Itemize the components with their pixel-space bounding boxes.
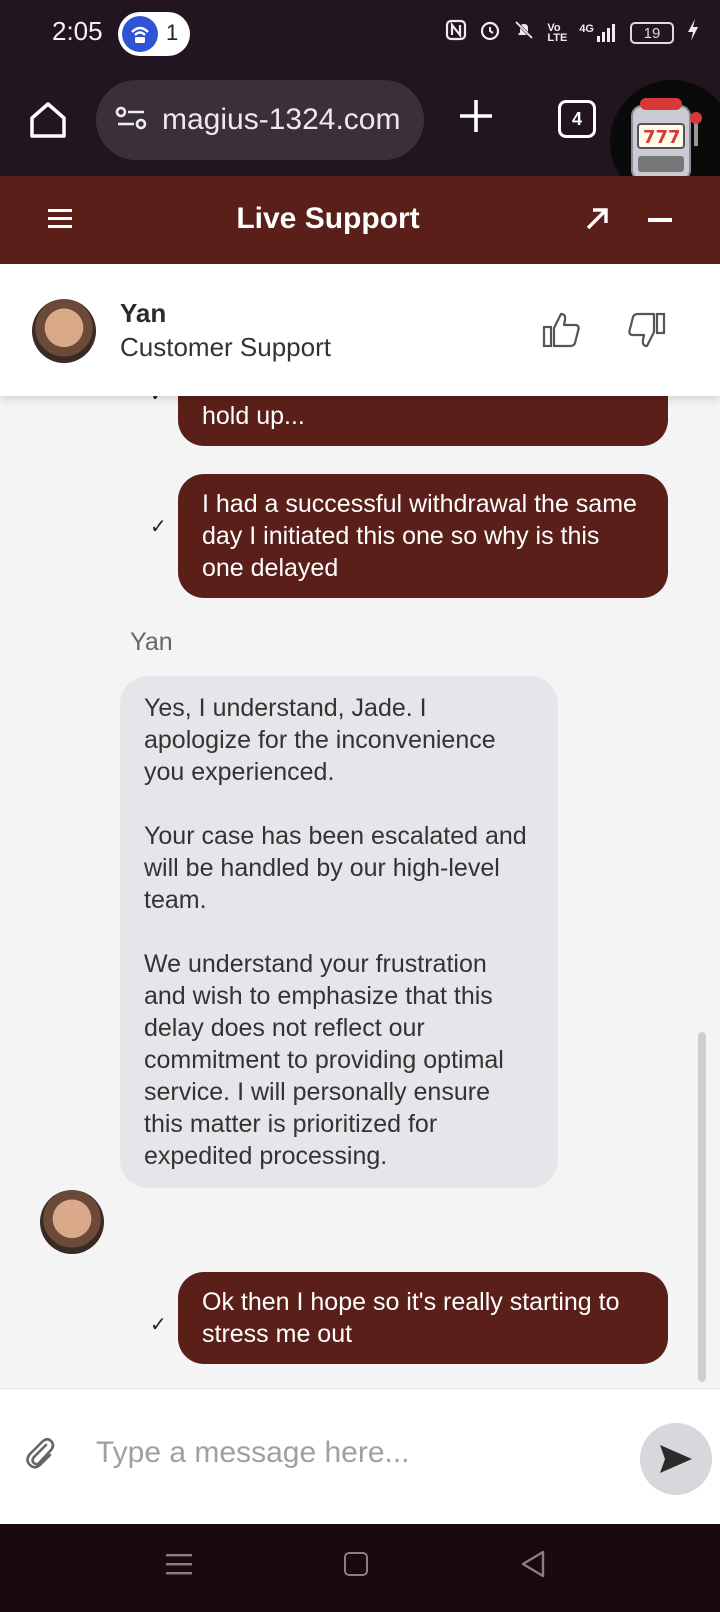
url-text: magius-1324.com — [162, 103, 401, 136]
agent-name: Yan — [120, 298, 167, 328]
network-type: 4G — [579, 23, 594, 35]
paperclip-icon[interactable] — [24, 1435, 56, 1471]
recents-icon[interactable] — [166, 1552, 192, 1576]
mute-icon — [513, 19, 535, 47]
minimize-icon[interactable] — [648, 218, 672, 222]
popout-icon[interactable] — [584, 206, 610, 232]
hotspot-count: 1 — [166, 20, 179, 45]
thumbs-up-icon[interactable] — [542, 310, 582, 350]
back-icon[interactable] — [520, 1550, 546, 1578]
browser-toolbar: magius-1324.com 4 777 — [0, 66, 720, 204]
status-time: 2:05 — [52, 16, 103, 46]
message-input[interactable] — [96, 1425, 616, 1481]
system-nav-bar — [0, 1524, 720, 1612]
nfc-icon — [445, 19, 467, 47]
outgoing-message: weeks what is the issue what is the hold… — [178, 396, 668, 446]
delivered-check-icon: ✓ — [150, 396, 167, 407]
chat-header: Live Support — [0, 176, 720, 264]
delivered-check-icon: ✓ — [150, 1314, 167, 1336]
home-nav-icon[interactable] — [344, 1552, 368, 1576]
agent-avatar-small — [40, 1190, 104, 1254]
send-button[interactable] — [640, 1423, 712, 1495]
send-icon — [660, 1445, 692, 1473]
volte-icon: Vo LTE — [547, 22, 568, 44]
sender-name: Yan — [130, 628, 173, 656]
scrollbar[interactable] — [698, 1032, 706, 1382]
screen: 2:05 1 Vo LTE 4G 19 magius-1324.com 4 77… — [0, 0, 720, 1612]
hotspot-icon — [122, 16, 158, 52]
incoming-message: Yes, I understand, Jade. I apologize for… — [120, 676, 558, 1188]
agent-card: Yan Customer Support — [0, 264, 720, 396]
home-icon[interactable] — [26, 98, 70, 142]
battery-icon: 19 — [630, 22, 674, 44]
battery-level: 19 — [643, 24, 661, 42]
agent-avatar — [32, 299, 96, 363]
outgoing-message: Ok then I hope so it's really starting t… — [178, 1272, 668, 1364]
alarm-icon — [479, 19, 501, 47]
tab-switcher-button[interactable]: 4 — [558, 100, 596, 138]
site-settings-icon[interactable] — [114, 103, 148, 138]
svg-text:777: 777 — [643, 127, 681, 148]
thumbs-down-icon[interactable] — [626, 310, 666, 350]
address-bar[interactable]: magius-1324.com — [96, 80, 424, 160]
agent-role: Customer Support — [120, 332, 331, 362]
delivered-check-icon: ✓ — [150, 516, 167, 538]
new-tab-icon[interactable] — [456, 96, 496, 136]
hotspot-indicator[interactable]: 1 — [118, 12, 190, 56]
charging-icon — [686, 18, 700, 48]
chat-title: Live Support — [236, 202, 420, 235]
message-list[interactable]: ✓ weeks what is the issue what is the ho… — [0, 396, 720, 1388]
status-bar: 2:05 1 Vo LTE 4G 19 — [0, 0, 720, 66]
status-icons: Vo LTE 4G 19 — [445, 18, 700, 48]
signal-icon: 4G — [579, 23, 618, 43]
outgoing-message: I had a successful withdrawal the same d… — [178, 474, 668, 598]
tab-count: 4 — [571, 108, 582, 129]
message-composer — [0, 1388, 720, 1524]
